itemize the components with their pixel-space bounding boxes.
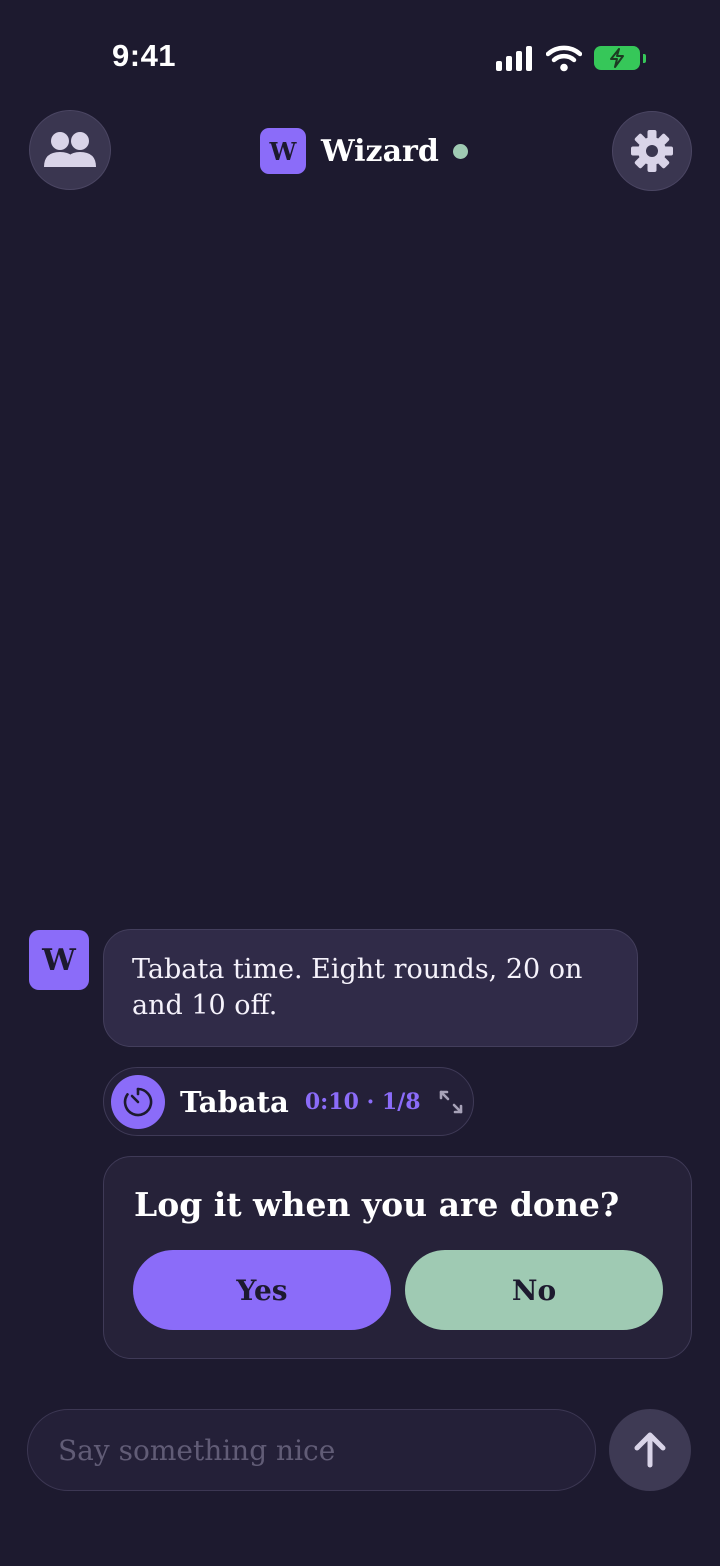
chat-screen: 9:41 W Wizard W Tabata time. Eight round… [0,0,720,1566]
assistant-avatar: W [29,930,89,990]
yes-button[interactable]: Yes [133,1250,391,1330]
arrow-up-icon [634,1432,666,1468]
status-time: 9:41 [112,38,177,73]
online-status-dot [452,143,468,159]
message-input[interactable] [27,1409,596,1491]
prompt-question: Log it when you are done? [134,1185,620,1224]
timer-chip[interactable]: Tabata 0:10 · 1/8 [103,1067,474,1136]
timer-label: Tabata [180,1084,289,1119]
settings-button[interactable] [612,111,692,191]
gear-icon [631,130,673,172]
assistant-message: Tabata time. Eight rounds, 20 on and 10 … [103,929,638,1047]
page-title: Wizard [321,133,439,169]
wifi-icon [546,45,582,72]
timer-icon [111,1074,165,1129]
chat-header: W Wizard [260,128,468,174]
send-button[interactable] [609,1409,691,1491]
status-icons [496,44,646,72]
no-button[interactable]: No [405,1250,663,1330]
people-button[interactable] [29,110,111,190]
people-icon [44,132,96,167]
wizard-avatar: W [260,128,306,174]
log-prompt-card: Log it when you are done? Yes No [103,1156,692,1359]
cellular-signal-icon [496,45,532,71]
battery-charging-icon [594,46,646,70]
expand-arrows-icon[interactable] [437,1088,465,1116]
timer-progress: 0:10 · 1/8 [304,1088,421,1115]
